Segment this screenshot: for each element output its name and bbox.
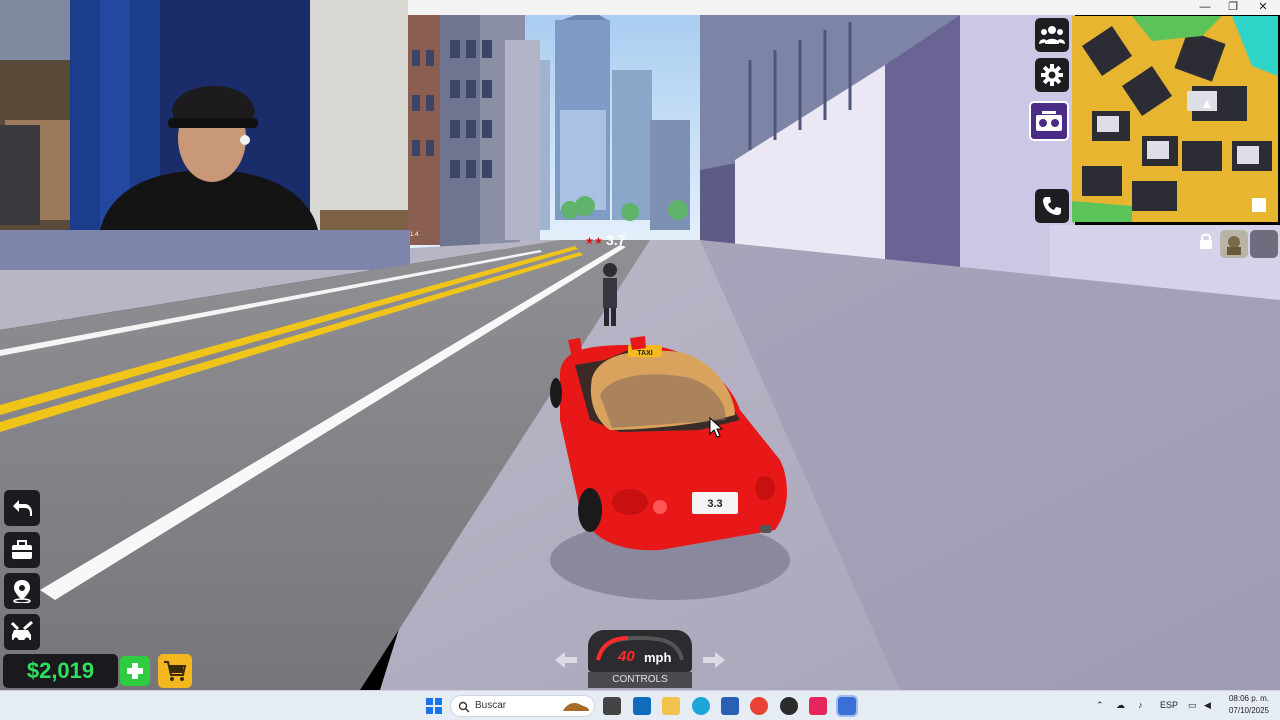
network-icon[interactable]: ▭: [1188, 700, 1197, 711]
phone-button[interactable]: [1035, 189, 1069, 223]
maximize-button[interactable]: ❐: [1218, 0, 1248, 15]
close-button[interactable]: ✕: [1248, 0, 1278, 15]
lock-button[interactable]: [1196, 231, 1216, 251]
extra-slot[interactable]: [1250, 230, 1278, 258]
screen: ★★ 3.7 1.4 TAXI 3.3 — ❐ ✕ $2,019 40 mph …: [0, 0, 1280, 720]
svg-text:3.7: 3.7: [606, 232, 626, 248]
controls-button[interactable]: CONTROLS: [588, 672, 692, 688]
obs-icon[interactable]: [780, 697, 798, 715]
speed-unit: mph: [644, 650, 672, 665]
shopping-cart-icon: [164, 661, 187, 681]
car-wrench-icon: [10, 621, 33, 643]
radio-button[interactable]: [1029, 101, 1069, 141]
microphone-icon[interactable]: ♪: [1138, 700, 1143, 710]
steer-right-arrow-icon[interactable]: [701, 650, 727, 670]
speedometer: 40 mph: [588, 630, 692, 672]
windows-start-icon[interactable]: [425, 697, 443, 715]
svg-text:TAXI: TAXI: [637, 350, 652, 357]
crew-icon: [1039, 26, 1065, 44]
svg-text:★★: ★★: [585, 236, 603, 247]
minimize-button[interactable]: —: [1190, 0, 1220, 15]
location-pin-icon: [13, 580, 31, 603]
volume-icon[interactable]: ◀: [1204, 700, 1211, 711]
destination-marker-icon: [1252, 198, 1266, 212]
jobs-button[interactable]: [4, 532, 40, 568]
settings-icon: [1041, 64, 1063, 86]
language-indicator[interactable]: ESP: [1160, 700, 1178, 710]
taskview-icon[interactable]: [603, 697, 621, 715]
system-clock[interactable]: 08:06 p. m. 07/10/2025: [1222, 693, 1276, 717]
clock-date: 07/10/2025: [1228, 706, 1270, 715]
lock-icon: [1200, 233, 1212, 249]
left-building-base: [0, 230, 410, 270]
store-icon[interactable]: [721, 697, 739, 715]
webcam-overlay: [0, 0, 408, 230]
svg-text:3.3: 3.3: [707, 498, 722, 510]
briefcase-icon: [12, 540, 32, 559]
phone-icon: [1043, 197, 1061, 215]
clock-time: 08:06 p. m.: [1228, 694, 1270, 703]
cloud-icon[interactable]: ☁: [1116, 700, 1125, 711]
money-display: $2,019: [3, 654, 118, 688]
undo-button[interactable]: [4, 490, 40, 526]
tray-expand-icon[interactable]: ⌃: [1096, 700, 1104, 711]
plus-icon: [127, 663, 143, 679]
location-button[interactable]: [4, 573, 40, 609]
tiktok-icon[interactable]: [809, 697, 827, 715]
search-input[interactable]: Buscar: [450, 695, 595, 717]
radio-icon: [1036, 111, 1062, 131]
add-money-button[interactable]: [120, 656, 150, 686]
minimap[interactable]: [1072, 16, 1278, 222]
search-placeholder: Buscar: [475, 700, 507, 711]
left-buildings: [408, 15, 540, 250]
distance-marker: 1.4: [410, 232, 419, 238]
speed-value: 40: [618, 648, 635, 665]
search-icon: [458, 701, 470, 713]
file-explorer-icon[interactable]: [662, 697, 680, 715]
shop-button[interactable]: [158, 654, 192, 688]
crew-button[interactable]: [1035, 18, 1069, 52]
roblox-icon[interactable]: [836, 695, 858, 717]
outlook-icon[interactable]: [633, 697, 651, 715]
edge-icon[interactable]: [692, 697, 710, 715]
garage-button[interactable]: [4, 614, 40, 650]
windows-taskbar: Buscar ⌃ ☁ ♪ ESP ▭ ◀ 08:06 p. m. 07/10/2…: [0, 690, 1280, 720]
steer-left-arrow-icon[interactable]: [553, 650, 579, 670]
undo-icon: [13, 500, 32, 516]
settings-button[interactable]: [1035, 58, 1069, 92]
avatar[interactable]: [1220, 230, 1248, 258]
search-highlight-icon: [563, 703, 589, 711]
chrome-icon[interactable]: [750, 697, 768, 715]
window-titlebar: — ❐ ✕: [408, 0, 1280, 15]
